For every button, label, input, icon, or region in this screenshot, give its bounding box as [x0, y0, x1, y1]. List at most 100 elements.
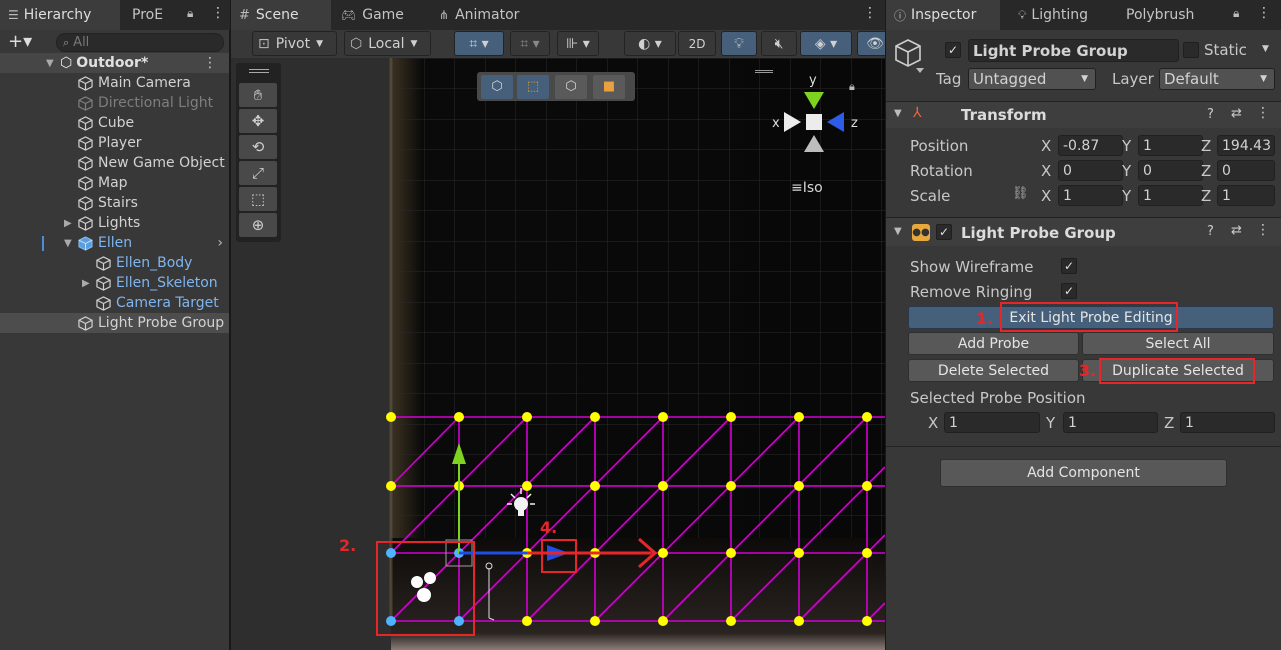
list-item[interactable]: ▶ Lights	[0, 213, 229, 233]
effects-dropdown[interactable]: ◈ ▾	[800, 31, 852, 56]
lpg-enabled-checkbox[interactable]: ✓	[936, 224, 952, 240]
presets-icon[interactable]: ⇄	[1231, 223, 1242, 238]
add-component-button[interactable]: Add Component	[940, 459, 1227, 487]
edit-mode-button[interactable]: ⬡	[481, 75, 513, 99]
gameobject-icon[interactable]	[894, 38, 924, 74]
help-icon[interactable]: ?	[1207, 224, 1214, 239]
audio-toggle[interactable]: 🔇︎	[761, 31, 797, 56]
list-item[interactable]: ▼ ⬡ Outdoor* ⋮	[0, 53, 229, 73]
probe-solid-button[interactable]: ■	[593, 75, 625, 99]
remove-ringing-checkbox[interactable]: ✓	[1061, 283, 1077, 299]
link-scale-icon[interactable]: ⛓︎	[1012, 186, 1029, 201]
lighting-toggle[interactable]: 💡︎	[721, 31, 757, 56]
list-item[interactable]: Ellen_Body	[0, 253, 229, 273]
show-wireframe-checkbox[interactable]: ✓	[1061, 258, 1077, 274]
tab-project[interactable]: ProE	[124, 0, 179, 30]
list-item[interactable]: Stairs	[0, 193, 229, 213]
tab-scene[interactable]: # Scene	[231, 0, 331, 30]
transform-header[interactable]	[886, 102, 1281, 128]
lock-icon[interactable]: 🔒︎	[187, 6, 193, 21]
probe-y-field[interactable]: 1	[1063, 412, 1158, 433]
list-item[interactable]: New Game Object	[0, 153, 229, 173]
expand-arrow-icon[interactable]: ▶	[82, 278, 96, 289]
increment-snap-toggle[interactable]: ⌗ ▾	[510, 31, 550, 56]
more-menu-icon[interactable]: ⋮	[211, 5, 225, 21]
help-icon[interactable]: ?	[1207, 107, 1214, 122]
position-y-field[interactable]: 1	[1138, 135, 1203, 156]
probe-z-field[interactable]: 1	[1180, 412, 1275, 433]
active-checkbox[interactable]: ✓	[945, 42, 961, 58]
scale-y-field[interactable]: 1	[1138, 185, 1203, 206]
presets-icon[interactable]: ⇄	[1231, 106, 1242, 121]
object-name-field[interactable]: Light Probe Group	[968, 39, 1179, 62]
tab-game[interactable]: 🎮︎ Game	[333, 0, 423, 30]
animator-icon: ⋔	[439, 8, 450, 22]
tab-animator[interactable]: ⋔ Animator	[431, 0, 531, 30]
transform-tool[interactable]: ⊕	[239, 213, 277, 237]
expand-arrow-icon[interactable]: ▼	[64, 238, 78, 249]
effects-icon: ◈ ▾	[814, 35, 838, 52]
rotation-z-field[interactable]: 0	[1217, 160, 1275, 181]
probe-x-field[interactable]: 1	[944, 412, 1040, 433]
rect-tool[interactable]: ⬚	[239, 187, 277, 211]
position-z-field[interactable]: 194.43	[1217, 135, 1275, 156]
projection-toggle[interactable]: ≡Iso	[791, 180, 823, 196]
pivot-dropdown[interactable]: ⊡ Pivot ▼	[252, 31, 337, 56]
tab-hierarchy[interactable]: ☰ Hierarchy	[0, 0, 120, 30]
static-dropdown-icon[interactable]: ▼	[1262, 44, 1269, 54]
layer-dropdown[interactable]: Default ▼	[1159, 68, 1275, 90]
component-menu-icon[interactable]: ⋮	[1256, 105, 1270, 121]
expand-arrow-icon[interactable]: ▼	[46, 58, 60, 69]
add-probe-button[interactable]: Add Probe	[908, 332, 1079, 355]
lock-icon[interactable]: 🔒︎	[1233, 6, 1239, 21]
scale-tool[interactable]: ⤢	[239, 161, 277, 185]
move-tool[interactable]: ✥	[239, 109, 277, 133]
ruler-toggle[interactable]: ⊪ ▾	[557, 31, 599, 56]
grid-snap-toggle[interactable]: ⌗ ▾	[454, 31, 504, 56]
component-menu-icon[interactable]: ⋮	[1256, 222, 1270, 238]
probe-edit-button[interactable]: ⬡	[555, 75, 587, 99]
list-item[interactable]: Directional Light	[0, 93, 229, 113]
hierarchy-search-input[interactable]: ⌕ All	[56, 33, 224, 52]
more-menu-icon[interactable]: ⋮	[863, 5, 877, 21]
select-all-button[interactable]: Select All	[1082, 332, 1274, 355]
palette-handle[interactable]	[249, 69, 269, 73]
static-checkbox[interactable]	[1183, 42, 1199, 58]
list-item[interactable]: ▼ Ellen ›	[0, 233, 229, 253]
list-item[interactable]: Cube	[0, 113, 229, 133]
list-item[interactable]: Main Camera	[0, 73, 229, 93]
shading-mode-dropdown[interactable]: ◐ ▾	[624, 31, 676, 56]
rotation-x-field[interactable]: 0	[1058, 160, 1123, 181]
more-menu-icon[interactable]: ⋮	[1257, 5, 1271, 21]
rotate-tool[interactable]: ⟲	[239, 135, 277, 159]
orientation-gizmo[interactable]	[779, 72, 859, 162]
delete-selected-button[interactable]: Delete Selected	[908, 359, 1079, 382]
tab-lighting[interactable]: 💡︎ Lighting	[1010, 0, 1120, 30]
scene-viewport[interactable]: ✋︎ ✥ ⟲ ⤢ ⬚ ⊕ ⬡ ⬚ ⬡ ■ 🔒︎ y x z ≡Iso 2. 4.	[231, 58, 885, 650]
position-x-field[interactable]: -0.87	[1058, 135, 1123, 156]
scale-z-field[interactable]: 1	[1217, 185, 1275, 206]
local-dropdown[interactable]: ⬡ Local ▼	[344, 31, 431, 56]
expand-arrow-icon[interactable]: ▶	[64, 218, 78, 229]
chevron-right-icon[interactable]: ›	[217, 235, 223, 251]
gizmo-z-label: z	[851, 116, 858, 131]
foldout-arrow-icon[interactable]: ▼	[894, 108, 902, 119]
tab-polybrush[interactable]: Polybrush	[1118, 0, 1218, 30]
hand-tool[interactable]: ✋︎	[239, 83, 277, 107]
list-item-selected[interactable]: Light Probe Group	[0, 313, 229, 333]
list-item[interactable]: Player	[0, 133, 229, 153]
tab-inspector[interactable]: ⓘ Inspector	[886, 0, 1000, 30]
scene-menu-icon[interactable]: ⋮	[203, 55, 217, 71]
list-item[interactable]: Camera Target	[0, 293, 229, 313]
foldout-arrow-icon[interactable]: ▼	[894, 226, 902, 237]
add-object-button[interactable]: +▾	[8, 31, 32, 52]
2d-toggle[interactable]: 2D	[678, 31, 716, 56]
scale-x-field[interactable]: 1	[1058, 185, 1123, 206]
gizmo-handle[interactable]	[755, 70, 773, 73]
hidden-objects-toggle[interactable]: 👁︎	[857, 31, 885, 56]
bounds-edit-button[interactable]: ⬚	[517, 75, 549, 99]
tag-dropdown[interactable]: Untagged ▼	[968, 68, 1096, 90]
list-item[interactable]: Map	[0, 173, 229, 193]
list-item[interactable]: ▶ Ellen_Skeleton	[0, 273, 229, 293]
rotation-y-field[interactable]: 0	[1138, 160, 1203, 181]
